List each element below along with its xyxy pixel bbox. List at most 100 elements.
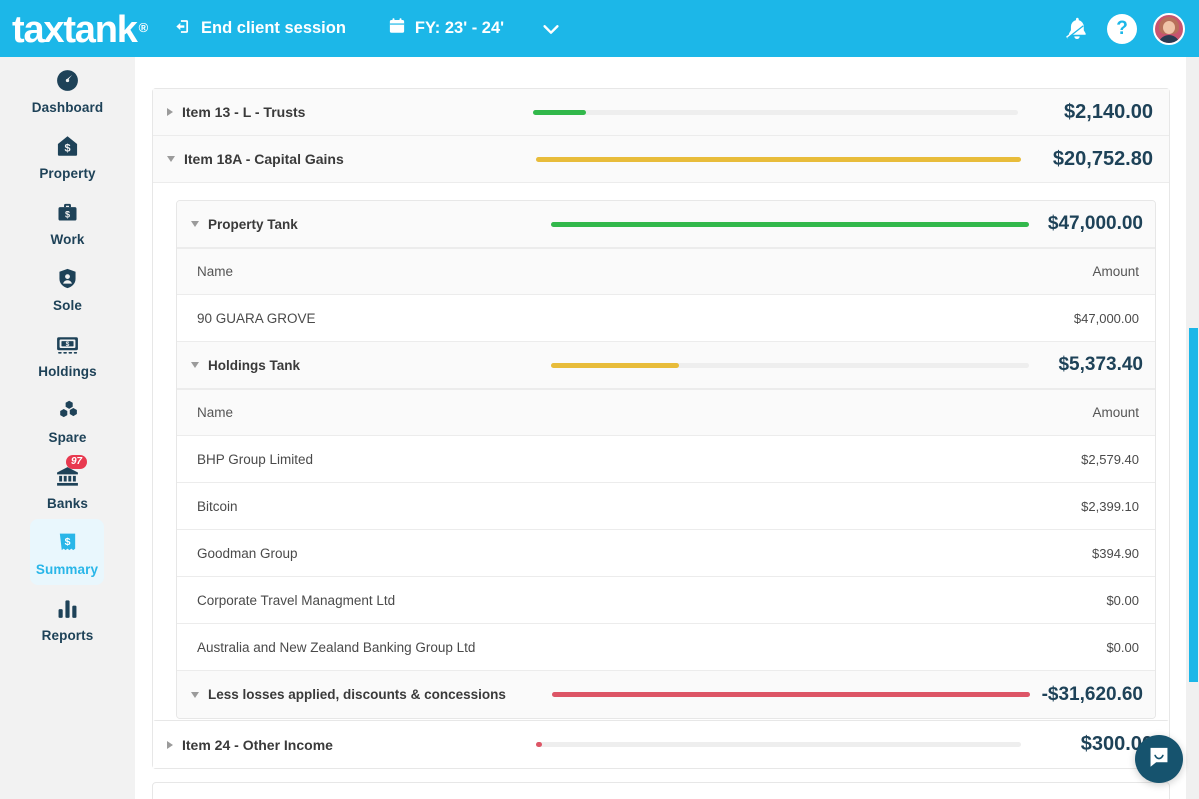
end-client-session-label: End client session [201, 19, 346, 37]
logo-registered-mark: ® [138, 19, 149, 35]
chevron-down-icon[interactable] [191, 362, 199, 368]
sidebar-item-reports[interactable]: Reports [0, 585, 135, 651]
sidebar-item-dashboard[interactable]: Dashboard [0, 57, 135, 123]
svg-text:$: $ [64, 535, 70, 547]
sidebar-item-label: Banks [46, 496, 89, 511]
bell-slash-icon[interactable] [1063, 15, 1091, 43]
sidebar-item-label: Reports [41, 628, 94, 643]
sidebar-item-label: Summary [35, 562, 99, 577]
property-tank-row[interactable]: Property Tank $47,000.00 [177, 201, 1155, 248]
table-row[interactable]: Goodman Group $394.90 [177, 530, 1155, 577]
table-row[interactable]: BHP Group Limited $2,579.40 [177, 436, 1155, 483]
financial-year-selector[interactable]: FY: 23' - 24' [388, 0, 504, 57]
column-header-name: Name [197, 264, 234, 279]
progress-track [536, 742, 1021, 747]
end-client-session-button[interactable]: End client session [173, 0, 346, 57]
sidebar-item-work[interactable]: $ Work [0, 189, 135, 255]
gauge-icon [55, 66, 80, 94]
sidebar-item-holdings[interactable]: $ Holdings [0, 321, 135, 387]
summary-card: Item 13 - L - Trusts $2,140.00 Item 18A … [152, 88, 1170, 737]
shield-user-icon [56, 264, 79, 292]
summary-row-item18a[interactable]: Item 18A - Capital Gains $20,752.80 [153, 136, 1169, 183]
less-losses-row[interactable]: Less losses applied, discounts & concess… [177, 671, 1155, 718]
sidebar-item-summary[interactable]: $ Summary [30, 519, 104, 585]
column-header-amount: Amount [1092, 405, 1139, 420]
chevron-down-icon[interactable] [191, 691, 199, 698]
svg-text:$: $ [64, 142, 70, 154]
sign-out-icon [173, 17, 192, 41]
briefcase-dollar-icon: $ [56, 198, 79, 226]
row-label: Property Tank [208, 216, 298, 232]
app-logo[interactable]: taxtank ® [12, 8, 149, 51]
banks-badge: 97 [66, 455, 88, 469]
sidebar-navigation: Dashboard $ Property $ Work Sole $ Holdi… [0, 57, 135, 799]
sidebar-item-sole[interactable]: Sole [0, 255, 135, 321]
chevron-down-icon[interactable] [167, 156, 175, 162]
row-amount: $394.90 [1092, 545, 1139, 561]
row-label: Item 24 - Other Income [182, 736, 333, 753]
row-amount: -$31,620.60 [1041, 683, 1143, 705]
sidebar-item-label: Holdings [38, 364, 97, 379]
help-label: ? [1116, 17, 1128, 39]
row-amount: $47,000.00 [1073, 310, 1139, 326]
calendar-icon [388, 17, 406, 40]
vertical-scrollbar-track[interactable] [1186, 57, 1199, 799]
row-amount: $47,000.00 [1047, 213, 1143, 234]
hexagons-icon [55, 396, 80, 424]
row-amount: $20,752.80 [1052, 147, 1153, 170]
sidebar-item-banks[interactable]: 97 Banks [0, 453, 135, 519]
progress-fill [536, 742, 542, 747]
summary-row-item24[interactable]: Item 24 - Other Income $300.00 [153, 721, 1169, 768]
row-name: 90 GUARA GROVE [197, 310, 316, 326]
table-row[interactable]: Australia and New Zealand Banking Group … [177, 624, 1155, 671]
main-content: Item 13 - L - Trusts $2,140.00 Item 18A … [135, 57, 1185, 799]
banknote-icon: $ [55, 330, 80, 358]
chevron-right-icon[interactable] [167, 108, 173, 116]
chevron-down-icon[interactable] [540, 0, 562, 57]
chevron-right-icon[interactable] [167, 740, 173, 749]
next-summary-card-partial [152, 782, 1170, 799]
sidebar-item-label: Work [50, 232, 85, 247]
row-amount: $5,373.40 [1058, 354, 1143, 375]
avatar-body [1158, 34, 1180, 43]
sidebar-item-property[interactable]: $ Property [0, 123, 135, 189]
column-header-amount: Amount [1092, 264, 1139, 279]
financial-year-label: FY: 23' - 24' [414, 19, 505, 37]
sidebar-item-label: Property [39, 166, 96, 181]
row-label: Less losses applied, discounts & concess… [208, 687, 506, 702]
other-income-card: Item 24 - Other Income $300.00 [152, 720, 1170, 769]
row-amount: $0.00 [1106, 639, 1139, 655]
table-row[interactable]: Corporate Travel Managment Ltd $0.00 [177, 577, 1155, 624]
progress-fill [551, 222, 1029, 227]
receipt-dollar-icon: $ [56, 528, 79, 556]
avatar[interactable] [1153, 12, 1185, 45]
row-label: Holdings Tank [208, 357, 301, 373]
sidebar-item-spare[interactable]: Spare [0, 387, 135, 453]
house-dollar-icon: $ [55, 132, 80, 160]
row-amount: $2,579.40 [1081, 451, 1139, 467]
svg-text:$: $ [65, 209, 70, 219]
column-header-name: Name [197, 405, 234, 420]
row-amount: $2,140.00 [1064, 100, 1153, 123]
chevron-down-icon[interactable] [191, 221, 199, 227]
row-name: BHP Group Limited [197, 451, 314, 467]
row-name: Australia and New Zealand Banking Group … [197, 639, 476, 655]
progress-fill [533, 110, 586, 115]
logo-text: taxtank [12, 8, 138, 51]
table-row[interactable]: 90 GUARA GROVE $47,000.00 [177, 295, 1155, 342]
property-tank-table-header: Name Amount [177, 248, 1155, 295]
help-button[interactable]: ? [1107, 13, 1137, 44]
holdings-tank-row[interactable]: Holdings Tank $5,373.40 [177, 342, 1155, 389]
row-name: Corporate Travel Managment Ltd [197, 592, 396, 608]
avatar-face [1163, 20, 1175, 34]
holdings-tank-table-header: Name Amount [177, 389, 1155, 436]
progress-track [533, 110, 1018, 115]
capital-gains-detail-card: Property Tank $47,000.00 Name Amount 90 … [176, 200, 1156, 719]
table-row[interactable]: Bitcoin $2,399.10 [177, 483, 1155, 530]
progress-fill [551, 363, 679, 368]
summary-row-item13[interactable]: Item 13 - L - Trusts $2,140.00 [153, 89, 1169, 136]
row-amount: $2,399.10 [1081, 498, 1139, 514]
vertical-scrollbar-thumb[interactable] [1189, 328, 1198, 682]
intercom-chat-button[interactable] [1135, 735, 1183, 783]
sidebar-item-label: Dashboard [31, 100, 104, 115]
